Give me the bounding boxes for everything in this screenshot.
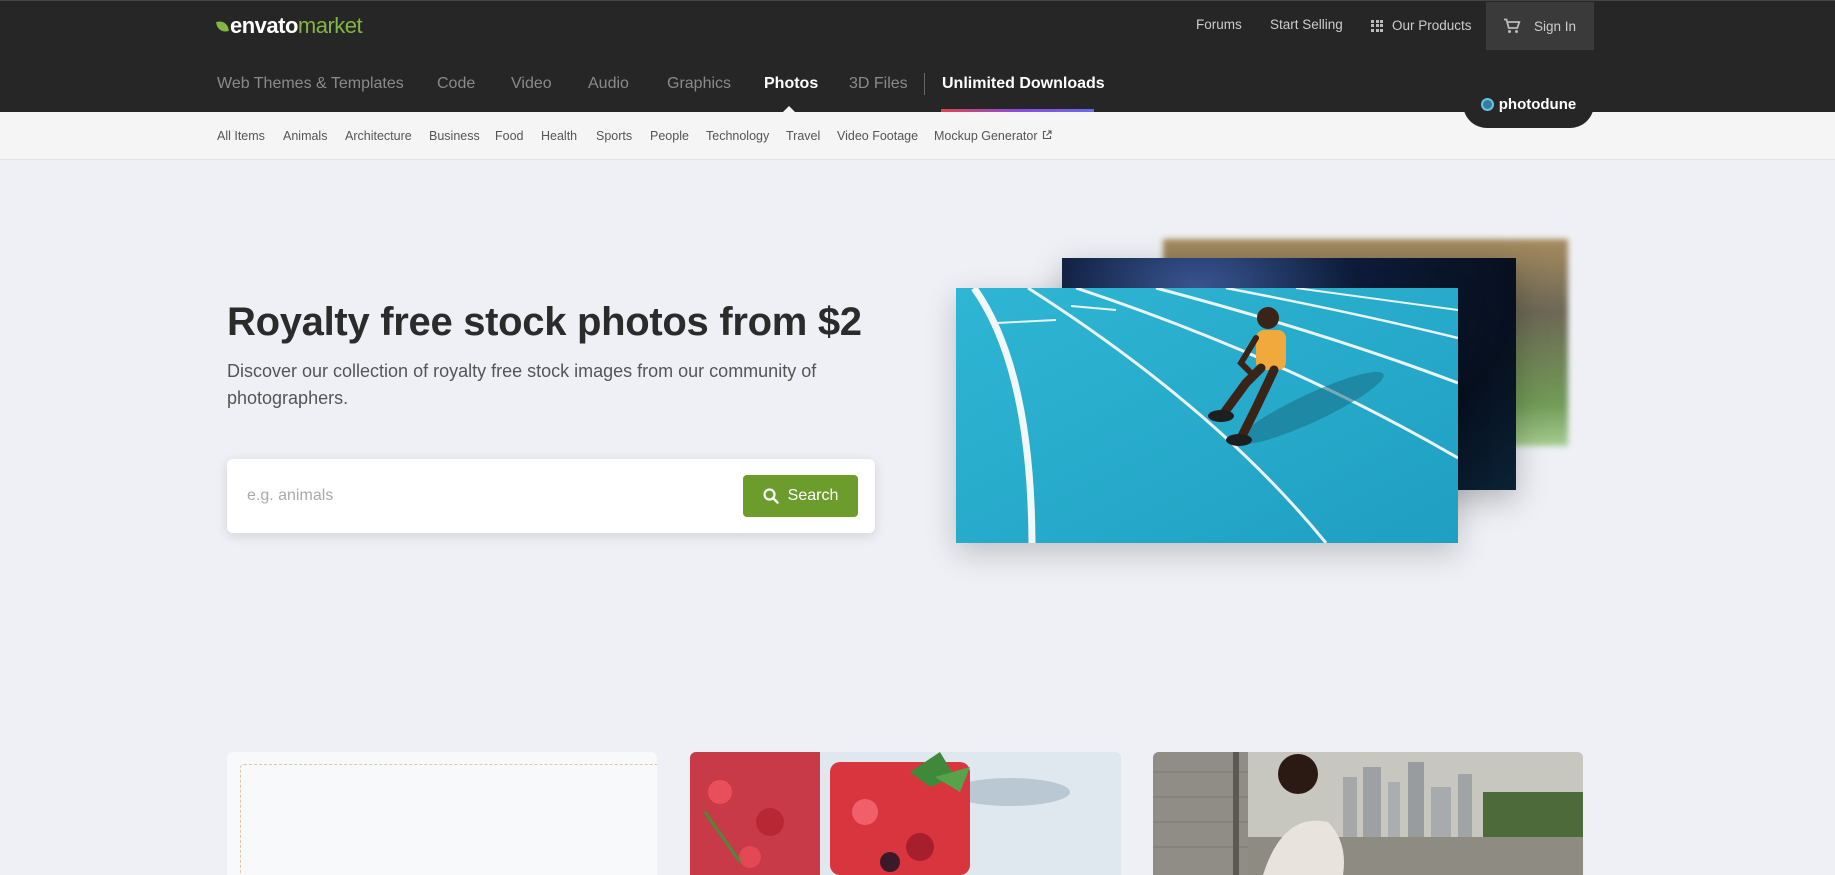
search-button[interactable]: Search (743, 475, 858, 517)
our-products-label: Our Products (1392, 18, 1472, 33)
woman-city-skyline-photo (1153, 752, 1583, 875)
subnav-people[interactable]: People (650, 129, 689, 143)
search-icon (763, 488, 779, 504)
nav-graphics[interactable]: Graphics (667, 75, 731, 93)
search-input[interactable] (247, 481, 727, 511)
apps-grid-icon (1371, 19, 1383, 32)
start-selling-link[interactable]: Start Selling (1270, 17, 1343, 32)
subnav-all-items[interactable]: All Items (217, 129, 265, 143)
subnav-mockup-generator[interactable]: Mockup Generator (934, 129, 1052, 143)
nav-photos[interactable]: Photos (764, 75, 818, 93)
sign-in-link[interactable]: Sign In (1534, 19, 1576, 34)
subnav-technology[interactable]: Technology (706, 129, 769, 143)
photo-card-berry-drinks[interactable] (690, 752, 1121, 875)
search-button-label: Search (787, 487, 839, 504)
search-card: Search (227, 459, 875, 533)
running-track-photo (956, 288, 1458, 543)
nav-unlimited-downloads[interactable]: Unlimited Downloads (942, 75, 1105, 93)
nav-web-themes[interactable]: Web Themes & Templates (217, 75, 404, 93)
berry-drinks-photo (690, 752, 1121, 875)
active-nav-caret (783, 106, 795, 112)
logo-word-envato: envato (230, 13, 298, 38)
subnav-video-footage[interactable]: Video Footage (837, 129, 918, 143)
envato-market-logo[interactable]: envato market (216, 13, 363, 39)
nav-audio[interactable]: Audio (588, 75, 629, 93)
subnav-sports[interactable]: Sports (596, 129, 632, 143)
photodune-logo-icon (1480, 97, 1494, 111)
nav-3d-files[interactable]: 3D Files (849, 75, 908, 93)
cart-icon[interactable] (1503, 18, 1521, 34)
subnav-mockup-generator-label: Mockup Generator (934, 129, 1038, 143)
placeholder-frame (240, 764, 657, 875)
leaf-icon (216, 19, 229, 33)
photo-card-placeholder[interactable] (227, 752, 657, 875)
logo-word-market: market (297, 13, 363, 38)
hero-subtitle: Discover our collection of royalty free … (227, 361, 817, 408)
subnav-business[interactable]: Business (429, 129, 480, 143)
photodune-label: photodune (1498, 95, 1577, 113)
nav-code[interactable]: Code (437, 75, 475, 93)
hero-image-runner-on-track (956, 288, 1458, 543)
forums-link[interactable]: Forums (1196, 17, 1242, 32)
subnav-animals[interactable]: Animals (283, 129, 327, 143)
subnav-health[interactable]: Health (541, 129, 577, 143)
subnav-travel[interactable]: Travel (786, 129, 820, 143)
subnav-food[interactable]: Food (495, 129, 524, 143)
our-products-menu[interactable]: Our Products (1371, 18, 1472, 33)
photodune-badge[interactable]: photodune (1463, 80, 1594, 128)
hero-title: Royalty free stock photos from $2 (227, 300, 862, 344)
nav-video[interactable]: Video (511, 75, 552, 93)
nav-divider (924, 73, 925, 95)
photo-card-woman-city[interactable] (1153, 752, 1583, 875)
subnav-architecture[interactable]: Architecture (345, 129, 412, 143)
external-link-icon (1042, 130, 1052, 140)
sign-in-area[interactable]: Sign In (1486, 2, 1594, 50)
